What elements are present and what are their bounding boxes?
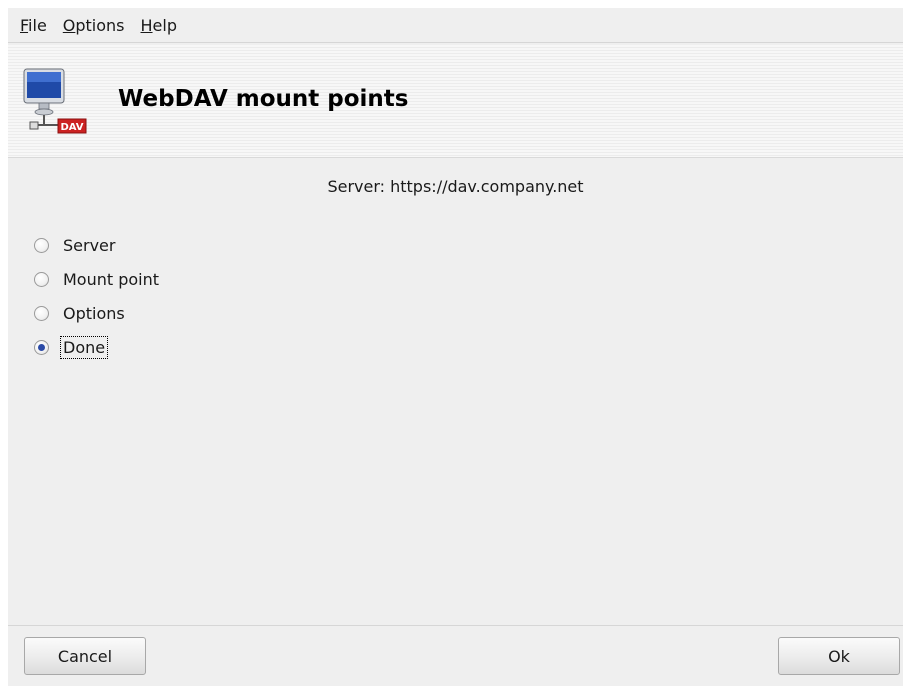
cancel-button[interactable]: Cancel bbox=[24, 637, 146, 675]
menubar: File Options Help bbox=[8, 8, 903, 43]
radio-button[interactable] bbox=[34, 305, 49, 321]
server-info: Server: https://dav.company.net bbox=[327, 177, 584, 196]
radio-button[interactable] bbox=[34, 339, 49, 355]
menu-file[interactable]: File bbox=[12, 16, 55, 35]
footer-separator bbox=[8, 625, 903, 626]
ok-button[interactable]: Ok bbox=[778, 637, 900, 675]
menu-help-mnemonic: H bbox=[140, 15, 153, 35]
dav-badge-text: DAV bbox=[60, 122, 83, 133]
menu-options-mnemonic: O bbox=[62, 15, 76, 35]
radio-label: Options bbox=[63, 303, 125, 323]
radio-label: Mount point bbox=[63, 269, 160, 289]
radio-button[interactable] bbox=[34, 237, 49, 253]
step-radio-group: Server Mount point Options Done bbox=[34, 228, 161, 364]
radio-mount-point[interactable]: Mount point bbox=[34, 262, 161, 296]
webdav-monitor-icon: DAV bbox=[23, 68, 87, 134]
dialog-window: File Options Help DAV WebDAV mount point… bbox=[8, 8, 903, 686]
radio-label: Server bbox=[63, 235, 116, 255]
radio-options[interactable]: Options bbox=[34, 296, 161, 330]
menu-file-label: ile bbox=[28, 15, 47, 35]
menu-options[interactable]: Options bbox=[55, 16, 133, 35]
header-banner: DAV WebDAV mount points bbox=[8, 45, 903, 158]
page-title: WebDAV mount points bbox=[118, 86, 409, 112]
menu-options-label: ptions bbox=[75, 15, 125, 35]
radio-button[interactable] bbox=[34, 271, 49, 287]
radio-label: Done bbox=[59, 335, 109, 359]
radio-server[interactable]: Server bbox=[34, 228, 161, 262]
menu-help[interactable]: Help bbox=[133, 16, 185, 35]
radio-done[interactable]: Done bbox=[34, 330, 161, 364]
menu-help-label: elp bbox=[152, 15, 177, 35]
menu-file-mnemonic: F bbox=[20, 15, 29, 35]
